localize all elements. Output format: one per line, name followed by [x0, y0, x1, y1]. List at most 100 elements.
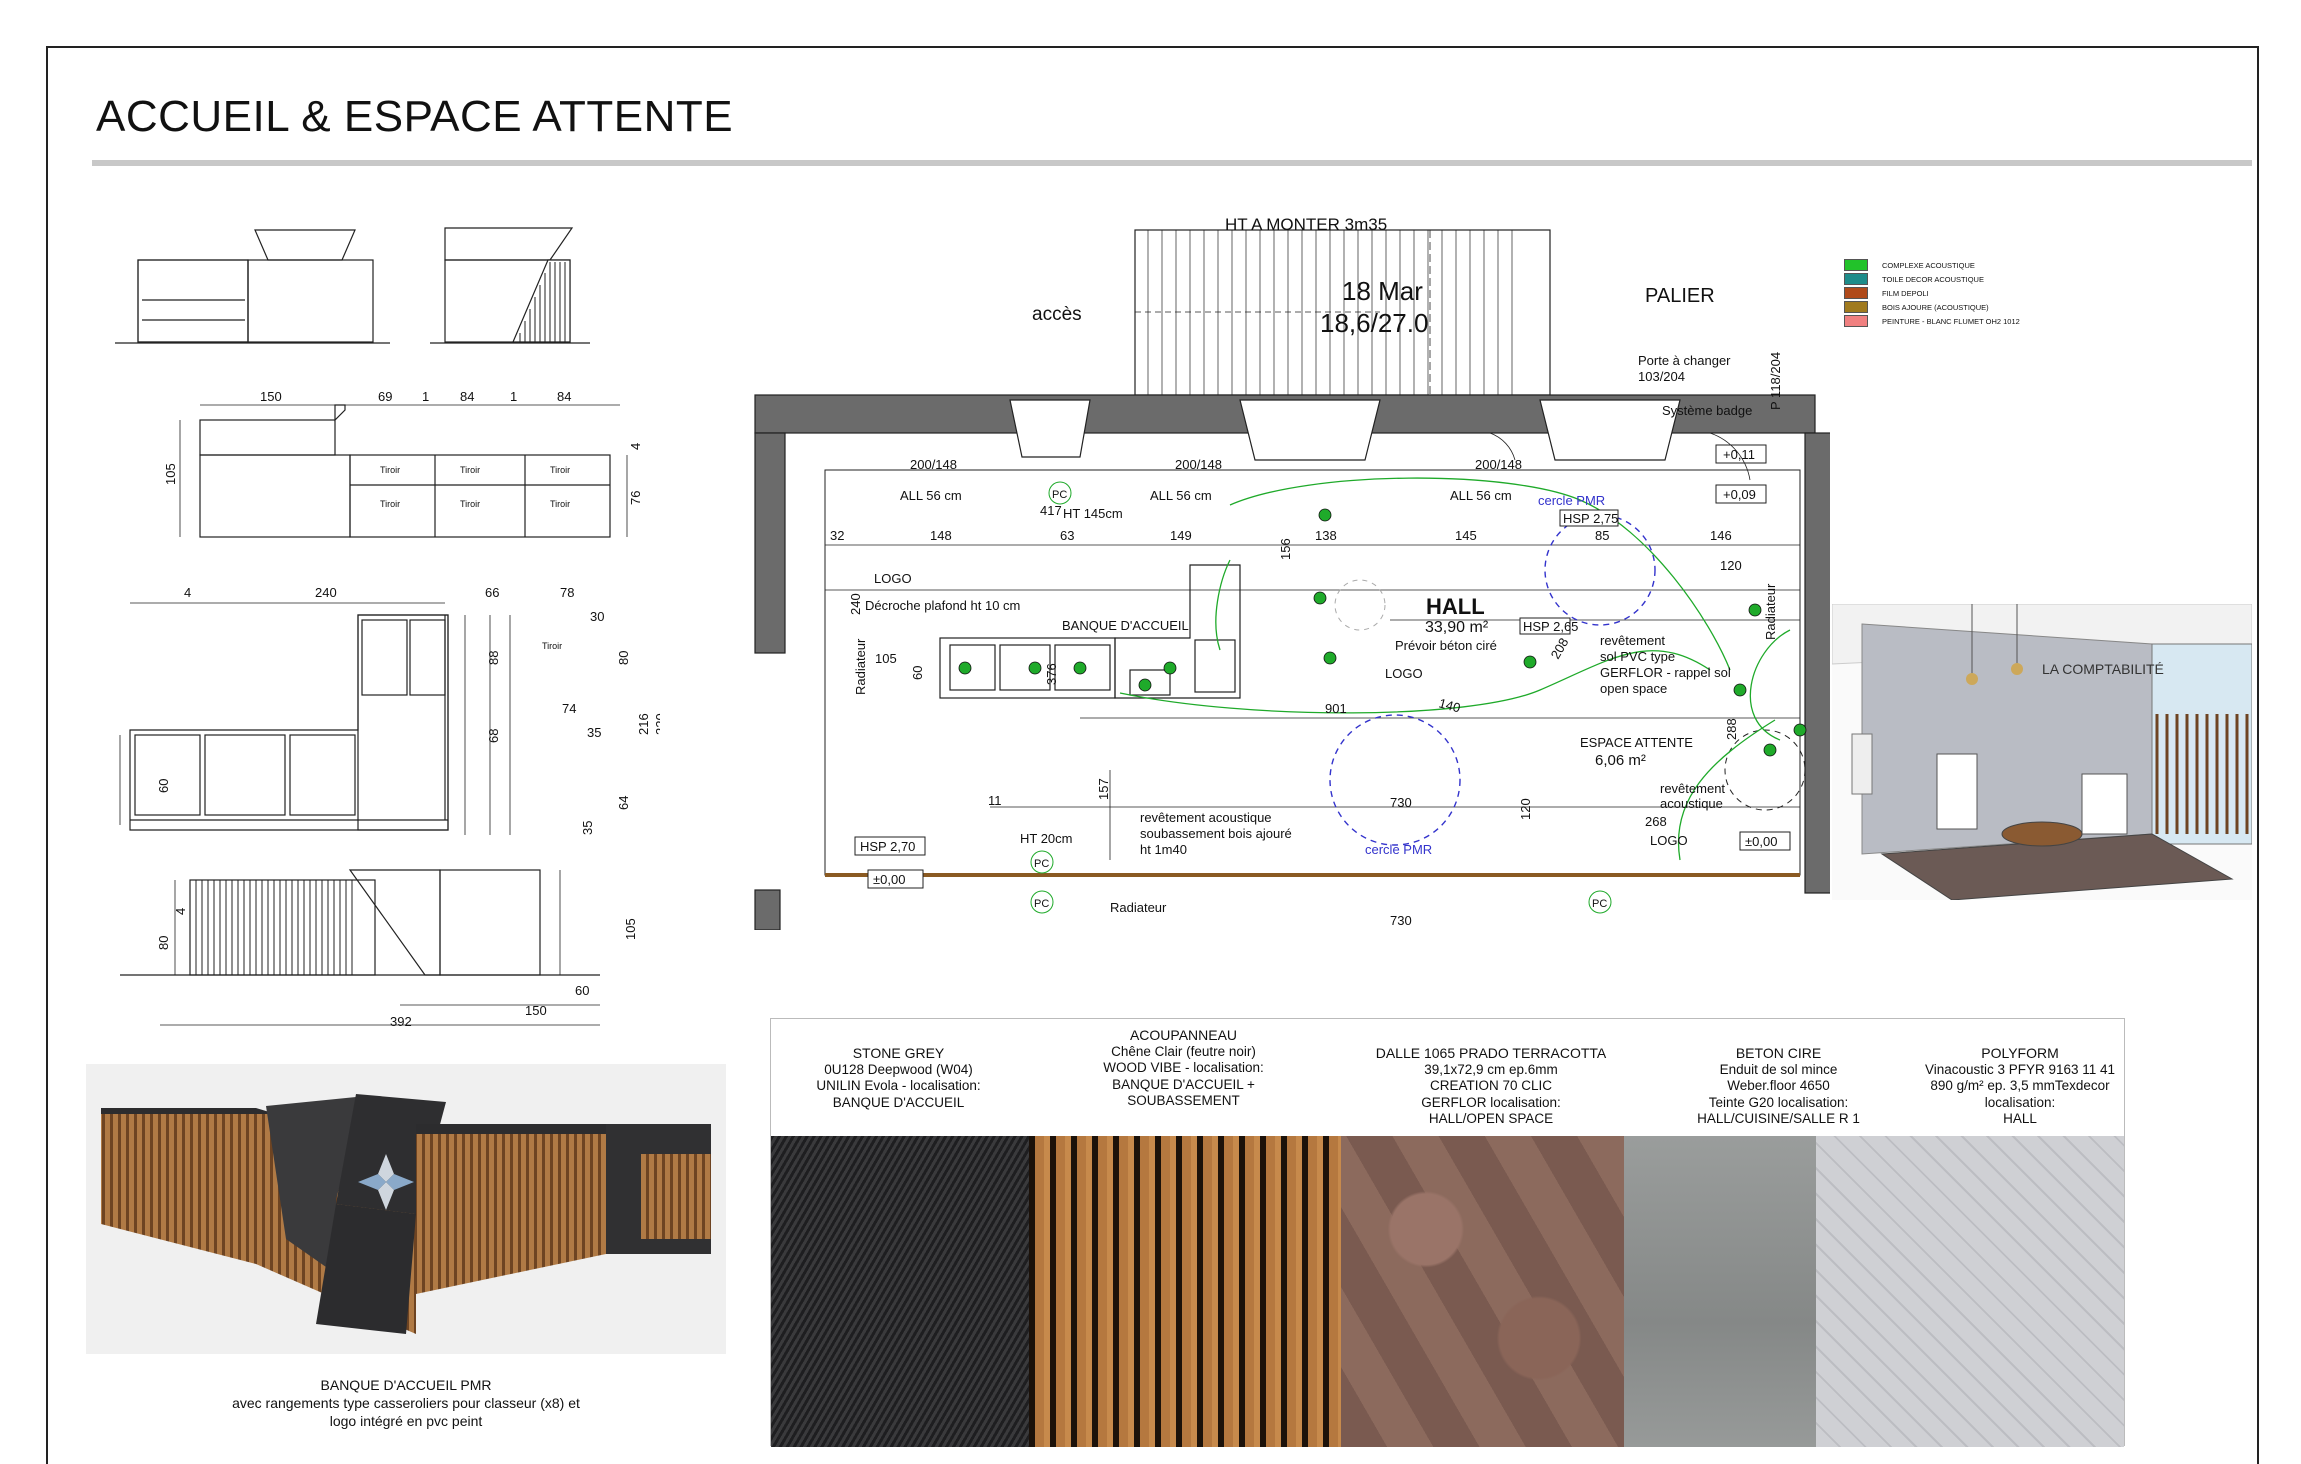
- legend-swatch: [1844, 315, 1868, 327]
- dim-label: 68: [486, 729, 501, 743]
- dim-label: 80: [616, 651, 631, 665]
- dim-label: 220: [653, 713, 660, 735]
- level-label: ±0,00: [873, 872, 905, 887]
- material-line: 890 g/m² ep. 3,5 mmTexdecor: [1930, 1078, 2110, 1093]
- window-dim: 200/148: [1475, 457, 1522, 472]
- level-label: +0,09: [1723, 487, 1756, 502]
- material-sample-polyform: [1816, 1136, 2124, 1447]
- material-swatches: STONE GREY 0U128 Deepwood (W04) UNILIN E…: [770, 1018, 2125, 1447]
- waiting-area-label: ESPACE ATTENTE: [1580, 735, 1693, 750]
- material-line: Chêne Clair (feutre noir): [1111, 1043, 1256, 1059]
- dim-label: 105: [163, 463, 178, 485]
- hsp-label: HSP 2,65: [1523, 619, 1578, 634]
- dim-label: 157: [1096, 778, 1111, 800]
- front-view-small: [115, 229, 390, 344]
- material-header: POLYFORM Vinacoustic 3 PFYR 9163 11 41 8…: [1916, 1019, 2124, 1134]
- dim-label: 120: [1720, 558, 1742, 573]
- material-header: STONE GREY 0U128 Deepwood (W04) UNILIN E…: [771, 1019, 1026, 1134]
- legend-label: COMPLEXE ACOUSTIQUE: [1882, 260, 1975, 270]
- height-label: HT 20cm: [1020, 831, 1073, 846]
- door-dim-vertical: P 118/204: [1768, 352, 1783, 410]
- material-header: DALLE 1065 PRADO TERRACOTTA 39,1x72,9 cm…: [1341, 1019, 1641, 1134]
- dim-label: 156: [1278, 538, 1293, 560]
- material-line: CREATION 70 CLIC: [1429, 1078, 1553, 1093]
- ratio-stamp: 18,6/27.0: [1320, 308, 1428, 338]
- material-header: ACOUPANNEAU Chêne Clair (feutre noir) WO…: [1026, 1019, 1341, 1134]
- dim-label: 240: [315, 585, 337, 600]
- reception-desk-render: [86, 1064, 726, 1354]
- drawer-label: Tiroir: [460, 499, 480, 509]
- material-line: POLYFORM: [1981, 1045, 2059, 1061]
- legend-item: BOIS AJOURE (ACOUSTIQUE): [1844, 300, 2020, 314]
- material-line: BANQUE D'ACCUEIL: [832, 1094, 965, 1110]
- date-stamp: 18 Mar: [1342, 276, 1423, 306]
- legend-item: TOILE DECOR ACOUSTIQUE: [1844, 272, 2020, 286]
- allege-label: ALL 56 cm: [1150, 488, 1212, 503]
- material-sample-terracotta: [1341, 1136, 1624, 1447]
- dim-label: 730: [1390, 795, 1412, 810]
- dim-label: 392: [390, 1014, 412, 1029]
- drawer-label: Tiroir: [380, 465, 400, 475]
- legend-label: BOIS AJOURE (ACOUSTIQUE): [1882, 302, 1989, 312]
- desk-label: BANQUE D'ACCUEIL: [1062, 618, 1189, 633]
- hall-area: 33,90 m²: [1425, 619, 1489, 636]
- material-line: STONE GREY: [852, 1045, 945, 1061]
- access-label: accès: [1032, 304, 1082, 325]
- dim-label: 417: [1040, 503, 1062, 518]
- dim-label: 148: [930, 528, 952, 543]
- beton-note: Prévoir béton ciré: [1395, 638, 1497, 653]
- allege-label: ALL 56 cm: [900, 488, 962, 503]
- dim-label: 64: [616, 796, 631, 810]
- waiting-area-size: 6,06 m²: [1595, 752, 1646, 769]
- logo-label: LOGO: [1385, 666, 1423, 681]
- dim-label: 78: [560, 585, 574, 600]
- dim-label: 84: [460, 389, 474, 404]
- legend-swatch: [1844, 287, 1868, 299]
- dim-label: 1: [422, 389, 429, 404]
- floor-note-line: revêtement: [1600, 633, 1665, 648]
- drawer-label: Tiroir: [550, 465, 570, 475]
- stairs-label: HT A MONTER 3m35: [1225, 215, 1387, 234]
- dim-label: 268: [1645, 814, 1667, 829]
- level-label: +0,11: [1723, 447, 1755, 462]
- floor-note-line: GERFLOR - rappel sol: [1600, 665, 1731, 680]
- window-dim: 200/148: [910, 457, 957, 472]
- level-label: ±0,00: [1745, 834, 1777, 849]
- plan-view: [119, 602, 511, 835]
- drawer-label: Tiroir: [550, 499, 570, 509]
- legend-swatch: [1844, 259, 1868, 271]
- material-line: 0U128 Deepwood (W04): [824, 1061, 973, 1077]
- badge-label: Système badge: [1662, 403, 1752, 418]
- hall-label: HALL: [1426, 594, 1485, 619]
- pc-label: PC: [1052, 489, 1067, 501]
- dim-label: 376: [1044, 663, 1059, 685]
- material-line: 39,1x72,9 cm ep.6mm: [1424, 1061, 1558, 1077]
- dim-label: 145: [1455, 528, 1477, 543]
- material-line: BETON CIRE: [1735, 1045, 1822, 1061]
- pc-label: PC: [1034, 898, 1049, 910]
- legend-swatch: [1844, 301, 1868, 313]
- acoustic-note-line: acoustique: [1660, 796, 1723, 811]
- dim-label: 60: [156, 779, 171, 793]
- dim-label: 288: [1724, 718, 1739, 740]
- title-divider: [92, 160, 2252, 166]
- material-line: BANQUE D'ACCUEIL +: [1112, 1076, 1255, 1092]
- soubassement-line: ht 1m40: [1140, 842, 1187, 857]
- soubassement-line: revêtement acoustique: [1140, 810, 1272, 825]
- hsp-label: HSP 2,70: [860, 839, 915, 854]
- dim-label: 4: [628, 443, 643, 450]
- dim-label: 35: [580, 821, 595, 835]
- dim-label: 240: [848, 593, 863, 615]
- door-label: Porte à changer: [1638, 353, 1731, 368]
- dim-label: 138: [1315, 528, 1337, 543]
- material-line: SOUBASSEMENT: [1127, 1093, 1240, 1108]
- acoustic-note-line: revêtement: [1660, 781, 1725, 796]
- landing-label: PALIER: [1645, 285, 1715, 307]
- waiting-area-sketch: LA COMPTABILITÉ: [1832, 604, 2252, 900]
- legend-label: TOILE DECOR ACOUSTIQUE: [1882, 274, 1984, 284]
- material-line: ACOUPANNEAU: [1129, 1027, 1238, 1043]
- material-sample-acoupanneau: [1029, 1136, 1341, 1447]
- dim-label: 85: [1595, 528, 1609, 543]
- caption-line: avec rangements type casseroliers pour c…: [232, 1395, 580, 1411]
- dim-label: 105: [623, 918, 638, 940]
